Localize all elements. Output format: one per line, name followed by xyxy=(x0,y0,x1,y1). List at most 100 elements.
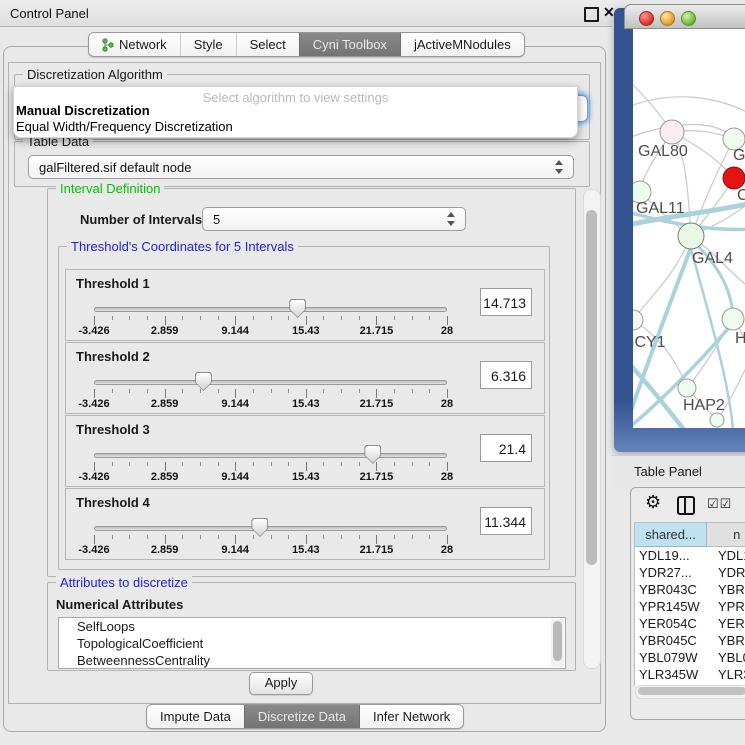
table-row[interactable]: YER054CYER0 xyxy=(635,615,745,632)
screen: Control Panel ✕ Network Style Select Cyn… xyxy=(0,0,745,745)
tab-network-label: Network xyxy=(119,37,167,52)
table-row[interactable]: YBR045CYBR0 xyxy=(635,632,745,649)
tab-jactivemnodules[interactable]: jActiveMNodules xyxy=(400,33,524,56)
network-node[interactable] xyxy=(723,167,745,189)
tab-impute-data[interactable]: Impute Data xyxy=(147,705,244,728)
tab-cyni-toolbox[interactable]: Cyni Toolbox xyxy=(299,33,400,56)
tab-select[interactable]: Select xyxy=(236,33,299,56)
threshold-4-label: Threshold 4 xyxy=(76,495,150,510)
slider-track[interactable] xyxy=(94,526,447,531)
tab-network[interactable]: Network xyxy=(89,33,180,56)
checkbox-columns-icon[interactable]: ☑☑ xyxy=(707,496,732,512)
attributes-group: Attributes to discretize Numerical Attri… xyxy=(47,582,576,671)
tab-infer-network[interactable]: Infer Network xyxy=(359,705,463,728)
tab-style[interactable]: Style xyxy=(180,33,236,56)
gear-icon[interactable]: ⚙ xyxy=(645,492,661,513)
threshold-3-label: Threshold 3 xyxy=(76,422,150,437)
network-window-titlebar[interactable] xyxy=(624,4,745,29)
table-data-combobox-value: galFiltered.sif default node xyxy=(39,160,554,175)
network-node[interactable] xyxy=(678,223,704,249)
threshold-4-slider[interactable]: -3.4262.8599.14415.4321.71528 xyxy=(94,526,447,531)
network-node-label: H xyxy=(735,330,745,347)
slider-tick-labels: -3.4262.8599.14415.4321.71528 xyxy=(94,398,447,410)
table-row[interactable]: YDR27...YDR2 xyxy=(635,564,745,581)
threshold-2-slider[interactable]: -3.4262.8599.14415.4321.71528 xyxy=(94,380,447,385)
network-node[interactable] xyxy=(710,413,724,427)
threshold-3-row: Threshold 3 -3.4262.8599.14415.4321.7152… xyxy=(65,415,545,487)
slider-tick-labels: -3.4262.8599.14415.4321.71528 xyxy=(94,471,447,483)
list-scrollbar[interactable] xyxy=(551,619,564,667)
node-table-body: YDL19...YDL1YDR27...YDR2YBR043CYBR0YPR14… xyxy=(635,547,745,686)
network-node[interactable] xyxy=(678,379,696,397)
threshold-1-value[interactable]: 14.713 xyxy=(480,288,532,316)
float-window-icon[interactable] xyxy=(584,7,599,22)
slider-ticks xyxy=(94,316,447,325)
combobox-stepper-icon xyxy=(446,212,455,226)
table-row[interactable]: YDL19...YDL1 xyxy=(635,547,745,564)
window-close-button[interactable] xyxy=(639,11,654,26)
control-panel-title: Control Panel xyxy=(10,6,89,21)
threshold-2-row: Threshold 2 -3.4262.8599.14415.4321.7152… xyxy=(65,342,545,414)
control-panel-tabs: Network Style Select Cyni Toolbox jActiv… xyxy=(88,32,525,57)
tab-discretize-data[interactable]: Discretize Data xyxy=(244,705,359,728)
threshold-2-label: Threshold 2 xyxy=(76,349,150,364)
slider-track[interactable] xyxy=(94,453,447,458)
slider-track[interactable] xyxy=(94,380,447,385)
scrollbar-thumb[interactable] xyxy=(586,210,597,565)
column-header-name[interactable]: n xyxy=(707,523,745,547)
table-panel-title: Table Panel xyxy=(634,464,702,479)
threshold-3-slider[interactable]: -3.4262.8599.14415.4321.71528 xyxy=(94,453,447,458)
network-node-label: GA xyxy=(733,147,745,164)
scrollbar-thumb[interactable] xyxy=(638,687,745,695)
attribute-list-item[interactable]: TopologicalCoefficient xyxy=(59,635,565,652)
number-of-intervals-combobox[interactable]: 5 xyxy=(202,207,466,231)
network-node-label: GCY1 xyxy=(633,334,666,351)
threshold-1-slider[interactable]: -3.4262.8599.14415.4321.71528 xyxy=(94,307,447,312)
apply-button[interactable]: Apply xyxy=(249,672,313,695)
number-of-intervals-label: Number of Intervals xyxy=(80,212,202,227)
control-panel-titlebar: Control Panel ✕ xyxy=(0,0,612,27)
network-node[interactable] xyxy=(660,120,684,144)
attribute-list-item[interactable]: SelfLoops xyxy=(59,618,565,635)
table-row[interactable]: YLR345WYLR3 xyxy=(635,666,745,683)
network-canvas[interactable]: GAL80GACGAL11GAL4GCY1HHAP2 xyxy=(633,29,745,428)
tab-infer-network-label: Infer Network xyxy=(373,709,450,724)
threshold-4-value[interactable]: 11.344 xyxy=(480,507,532,535)
threshold-1-label: Threshold 1 xyxy=(76,276,150,291)
close-icon[interactable]: ✕ xyxy=(603,4,615,21)
table-horizontal-scrollbar[interactable] xyxy=(635,685,745,699)
window-zoom-button[interactable] xyxy=(681,11,696,26)
split-columns-icon[interactable] xyxy=(677,496,695,515)
interval-definition-group-label: Interval Definition xyxy=(56,181,164,196)
network-node-label: C xyxy=(737,187,745,204)
slider-track[interactable] xyxy=(94,307,447,312)
network-node[interactable] xyxy=(633,310,643,330)
network-node[interactable] xyxy=(722,308,744,330)
number-of-intervals-value: 5 xyxy=(213,212,446,227)
threshold-3-value[interactable]: 21.4 xyxy=(480,434,532,462)
attributes-group-label: Attributes to discretize xyxy=(56,575,192,590)
numerical-attributes-list[interactable]: SelfLoopsTopologicalCoefficientBetweenne… xyxy=(58,617,566,669)
algorithm-option-manual[interactable]: Manual Discretization xyxy=(16,103,150,118)
network-edge[interactable] xyxy=(633,49,672,132)
network-edge[interactable] xyxy=(633,236,691,320)
node-table-header: shared... n xyxy=(635,523,745,547)
table-row[interactable]: YBL079WYBL0 xyxy=(635,649,745,666)
table-data-combobox[interactable]: galFiltered.sif default node xyxy=(28,155,574,179)
algorithm-dropdown-popup: Select algorithm to view settings Manual… xyxy=(13,86,578,138)
algorithm-option-equal-width[interactable]: Equal Width/Frequency Discretization xyxy=(16,119,233,134)
slider-tick-labels: -3.4262.8599.14415.4321.71528 xyxy=(94,544,447,556)
column-header-shared-name[interactable]: shared... xyxy=(635,523,707,547)
network-edge[interactable] xyxy=(633,97,745,124)
table-row[interactable]: YPR145WYPR1 xyxy=(635,598,745,615)
tab-impute-data-label: Impute Data xyxy=(160,709,231,724)
interval-definition-group: Interval Definition Number of Intervals … xyxy=(47,188,576,577)
table-row[interactable]: YBR043CYBR0 xyxy=(635,581,745,598)
window-minimize-button[interactable] xyxy=(660,11,675,26)
table-panel-header: Table Panel xyxy=(612,455,745,486)
tab-cyni-toolbox-label: Cyni Toolbox xyxy=(313,37,387,52)
threshold-2-value[interactable]: 6.316 xyxy=(480,361,532,389)
attribute-list-item[interactable]: BetweennessCentrality xyxy=(59,652,565,669)
panel-vertical-scrollbar[interactable] xyxy=(583,189,601,669)
combobox-stepper-icon xyxy=(554,160,563,174)
